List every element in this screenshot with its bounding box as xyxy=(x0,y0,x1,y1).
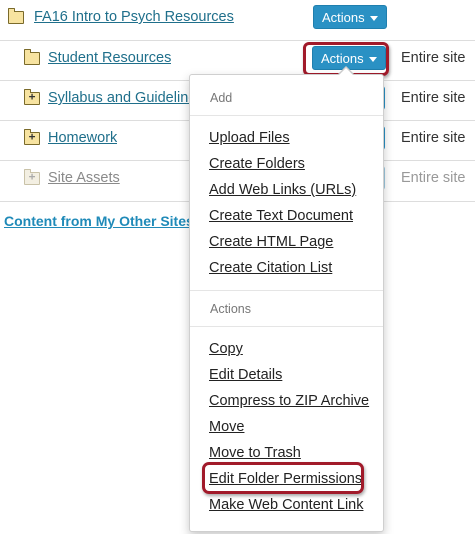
menu-item-create-citation-list[interactable]: Create Citation List xyxy=(209,260,332,276)
menu-item-make-web-content-link[interactable]: Make Web Content Link xyxy=(209,497,363,513)
menu-item-edit-details[interactable]: Edit Details xyxy=(209,367,282,383)
folder-link[interactable]: Syllabus and Guidelines xyxy=(48,90,190,106)
folder-icon xyxy=(8,8,24,24)
menu-item-move[interactable]: Move xyxy=(209,419,244,435)
menu-item-create-folders[interactable]: Create Folders xyxy=(209,156,305,172)
menu-divider xyxy=(190,115,383,116)
actions-button[interactable]: Actions xyxy=(313,5,387,29)
menu-item-create-html-page[interactable]: Create HTML Page xyxy=(209,234,333,250)
actions-button-label: Actions xyxy=(322,10,365,25)
highlight-outline xyxy=(202,462,364,494)
resource-row: FA16 Intro to Psych Resources Actions xyxy=(0,0,475,40)
access-scope: Entire site xyxy=(401,50,466,66)
access-scope: Entire site xyxy=(401,170,466,186)
menu-item-upload-files[interactable]: Upload Files xyxy=(209,130,290,146)
caret-down-icon xyxy=(369,16,378,22)
menu-item-move-to-trash[interactable]: Move to Trash xyxy=(209,445,301,461)
folder-link[interactable]: Homework xyxy=(48,130,117,146)
menu-item-add-web-links[interactable]: Add Web Links (URLs) xyxy=(209,182,356,198)
other-sites-link[interactable]: Content from My Other Sites xyxy=(4,213,194,229)
menu-divider xyxy=(190,326,383,327)
menu-header-actions: Actions xyxy=(210,302,251,316)
menu-divider xyxy=(190,290,383,291)
folder-link[interactable]: Site Assets xyxy=(48,170,120,186)
menu-header-add: Add xyxy=(210,91,233,105)
menu-item-compress-zip[interactable]: Compress to ZIP Archive xyxy=(209,393,369,409)
folder-expand-icon[interactable] xyxy=(24,169,40,185)
access-scope: Entire site xyxy=(401,130,466,146)
menu-item-copy[interactable]: Copy xyxy=(209,341,243,357)
folder-link[interactable]: Student Resources xyxy=(48,50,171,66)
menu-pointer-fill xyxy=(339,68,353,75)
access-scope: Entire site xyxy=(401,90,466,106)
folder-expand-icon[interactable] xyxy=(24,129,40,145)
menu-item-create-text-document[interactable]: Create Text Document xyxy=(209,208,353,224)
folder-expand-icon[interactable] xyxy=(24,89,40,105)
folder-icon xyxy=(24,49,40,65)
folder-link[interactable]: FA16 Intro to Psych Resources xyxy=(34,9,234,25)
